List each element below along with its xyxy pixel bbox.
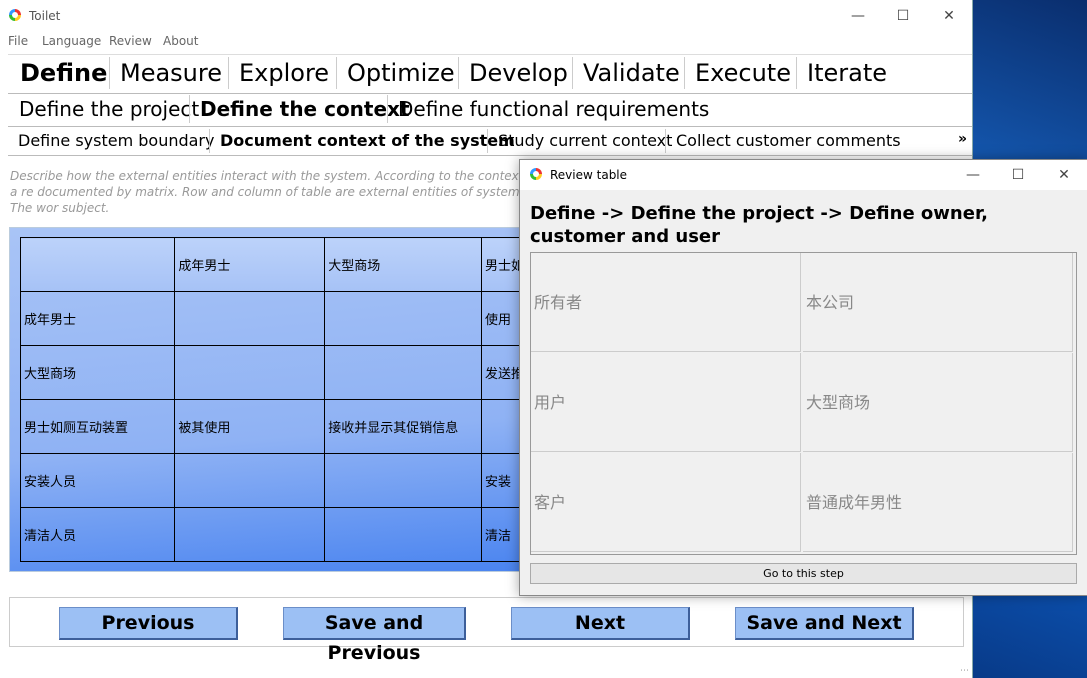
save-and-previous-button[interactable]: Save and Previous [283,607,466,664]
tab-define-functional-requirements[interactable]: Define functional requirements [387,95,719,123]
matrix-cell[interactable] [174,453,326,508]
matrix-row: 男士如厕互动装置 被其使用 接收并显示其促销信息 [19,399,525,454]
matrix-row: 大型商场 发送推 [19,345,525,400]
context-matrix: 成年男士 大型商场 男士如 成年男士 使用 大型商场 发送推 男士如厕互动装置 被其使用 接收并显… [19,237,525,562]
review-cell: 所有者 [531,253,801,352]
step-tabs: Define the project Define the context De… [8,93,972,127]
matrix-cell[interactable] [174,291,326,346]
tab-document-context[interactable]: Document context of the system [209,129,525,153]
tab-measure[interactable]: Measure [109,57,232,89]
previous-button[interactable]: Previous [59,607,238,640]
matrix-cell[interactable] [324,291,482,346]
close-icon[interactable]: ✕ [938,6,960,26]
context-matrix-panel: 成年男士 大型商场 男士如 成年男士 使用 大型商场 发送推 男士如厕互动装置 被其使用 接收并显… [9,227,526,572]
resize-grip-icon[interactable]: ⋯ [960,666,969,676]
maximize-icon[interactable]: ☐ [1007,165,1029,185]
menu-review[interactable]: Review [109,34,152,48]
matrix-row: 成年男士 大型商场 男士如 [19,237,525,292]
matrix-row: 清洁人员 清洁 [19,507,525,562]
navigation-bar: Previous Save and Previous Next Save and… [9,597,964,664]
matrix-cell[interactable]: 男士如厕互动装置 [19,399,176,454]
matrix-cell[interactable] [324,345,482,400]
more-tabs-icon[interactable]: » [958,131,967,147]
matrix-cell[interactable] [324,507,482,562]
tab-develop[interactable]: Develop [458,57,578,89]
matrix-cell[interactable]: 被其使用 [174,399,326,454]
close-icon[interactable]: ✕ [1053,165,1075,185]
dialog-title-bar: Review table — ☐ ✕ [520,160,1087,190]
tab-optimize[interactable]: Optimize [336,57,465,89]
matrix-cell[interactable]: 成年男士 [174,237,326,292]
tab-iterate[interactable]: Iterate [796,57,897,89]
matrix-row: 成年男士 使用 [19,291,525,346]
substep-tabs: Define system boundary Document context … [8,127,972,156]
window-title: Toilet [29,9,61,23]
app-logo-icon [9,9,21,21]
minimize-icon[interactable]: — [847,6,869,26]
matrix-cell[interactable]: 清洁人员 [19,507,176,562]
review-table-dialog: Review table — ☐ ✕ Define -> Define the … [519,159,1087,596]
matrix-cell[interactable]: 成年男士 [19,291,176,346]
review-cell: 大型商场 [803,353,1073,452]
matrix-cell[interactable] [174,507,326,562]
tab-define-project[interactable]: Define the project [9,95,209,123]
minimize-icon[interactable]: — [962,165,984,185]
tab-define-context[interactable]: Define the context [189,95,420,123]
review-cell: 客户 [531,453,801,552]
review-cell: 用户 [531,353,801,452]
review-heading: Define -> Define the project -> Define o… [530,203,989,247]
dialog-title: Review table [550,168,628,182]
maximize-icon[interactable]: ☐ [892,6,914,26]
menu-language[interactable]: Language [42,34,101,48]
tab-define-system-boundary[interactable]: Define system boundary [8,129,224,153]
tab-validate[interactable]: Validate [572,57,690,89]
tab-collect-customer-comments[interactable]: Collect customer comments [665,129,911,153]
review-cell: 本公司 [803,253,1073,352]
save-and-next-button[interactable]: Save and Next [735,607,914,640]
matrix-cell[interactable]: 接收并显示其促销信息 [324,399,482,454]
matrix-cell[interactable] [19,237,176,292]
matrix-cell[interactable]: 大型商场 [19,345,176,400]
step-description: Describe how the external entities inter… [10,169,528,215]
matrix-cell[interactable]: 大型商场 [324,237,482,292]
matrix-row: 安装人员 安装 [19,453,525,508]
next-button[interactable]: Next [511,607,690,640]
matrix-cell[interactable]: 安装人员 [19,453,176,508]
menu-about[interactable]: About [163,34,198,48]
go-to-step-button[interactable]: Go to this step [530,563,1077,584]
tab-execute[interactable]: Execute [684,57,801,89]
matrix-cell[interactable] [174,345,326,400]
tab-study-current-context[interactable]: Study current context [487,129,682,153]
review-cell: 普通成年男性 [803,453,1073,552]
tab-explore[interactable]: Explore [228,57,339,89]
matrix-cell[interactable] [324,453,482,508]
phase-tabs: Define Measure Explore Optimize Develop … [8,54,972,94]
review-grid: 所有者 本公司 用户 大型商场 客户 普通成年男性 [530,252,1077,555]
tab-define[interactable]: Define [10,57,117,89]
title-bar: Toilet — ☐ ✕ [0,0,972,32]
menu-file[interactable]: File [8,34,28,48]
app-logo-icon [530,168,542,180]
